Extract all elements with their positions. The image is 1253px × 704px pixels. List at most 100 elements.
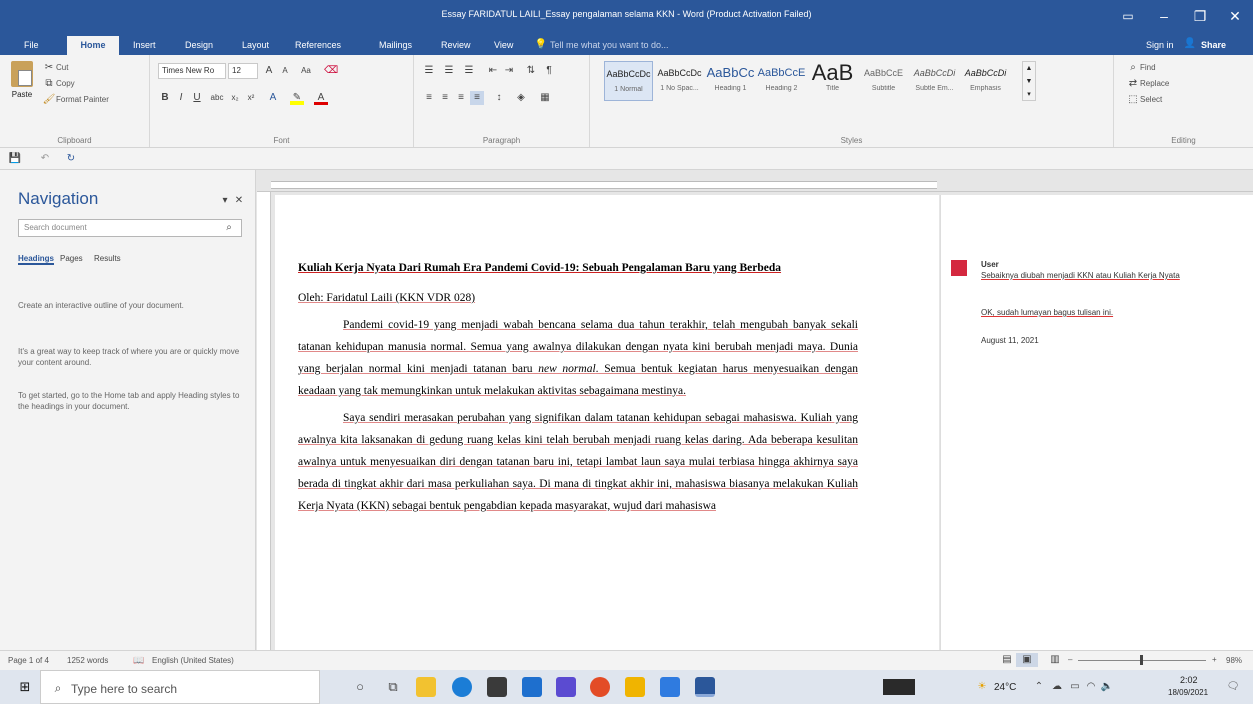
cut-button[interactable]: Cut — [56, 63, 68, 72]
align-center-icon[interactable]: ≡ — [438, 91, 452, 105]
subscript-icon[interactable]: x₂ — [228, 91, 242, 105]
onedrive-icon[interactable]: ☁ — [1050, 680, 1064, 694]
tell-me-box[interactable]: Tell me what you want to do... — [544, 36, 675, 55]
style-no-spacing[interactable]: AaBbCcDc 1 No Spac... — [655, 61, 704, 101]
zoom-app-icon[interactable] — [660, 677, 680, 697]
multilevel-list-icon[interactable]: ☰ — [462, 64, 476, 78]
document-page[interactable]: Kuliah Kerja Nyata Dari Rumah Era Pandem… — [275, 195, 939, 650]
font-name-select[interactable]: Times New Ro — [158, 63, 226, 79]
style-normal[interactable]: AaBbCcDc 1 Normal — [604, 61, 653, 101]
word-icon[interactable] — [695, 677, 715, 697]
paste-button[interactable]: Paste — [8, 61, 36, 109]
language-indicator[interactable]: English (United States) — [152, 656, 234, 665]
justify-icon[interactable]: ≡ — [470, 91, 484, 105]
zoom-level[interactable]: 98% — [1226, 656, 1242, 665]
undo-icon[interactable]: ↶ — [38, 152, 52, 166]
vertical-ruler[interactable] — [257, 192, 271, 650]
minimize-button[interactable]: – — [1146, 0, 1182, 33]
pilcrow-icon[interactable]: ¶ — [542, 64, 556, 78]
sign-in-link[interactable]: Sign in — [1140, 36, 1180, 55]
pane-options-icon[interactable]: ▾ — [218, 194, 232, 208]
battery-icon[interactable]: ▭ — [1068, 680, 1082, 694]
file-explorer-icon[interactable] — [416, 677, 436, 697]
clear-format-icon[interactable]: ⌫ — [324, 64, 338, 78]
text-effects-icon[interactable]: A — [266, 91, 280, 105]
weather-temp[interactable]: 24°C — [994, 682, 1016, 693]
share-button[interactable]: Share — [1195, 36, 1232, 55]
taskbar-search-box[interactable]: ⌕ Type here to search — [40, 670, 320, 704]
chevron-up-icon[interactable]: ⌃ — [1032, 680, 1046, 694]
tab-home[interactable]: Home — [67, 36, 119, 55]
teams-icon[interactable] — [556, 677, 576, 697]
bold-icon[interactable]: B — [158, 91, 172, 105]
zoom-out-icon[interactable]: – — [1068, 655, 1072, 664]
wifi-icon[interactable]: ◠ — [1084, 680, 1098, 694]
font-size-select[interactable]: 12 — [228, 63, 258, 79]
clock-time[interactable]: 2:02 — [1180, 675, 1198, 685]
tab-pages[interactable]: Pages — [60, 254, 83, 263]
mail-icon[interactable] — [522, 677, 542, 697]
page-count[interactable]: Page 1 of 4 — [8, 656, 49, 665]
borders-icon[interactable]: ▦ — [538, 91, 552, 105]
notifications-icon[interactable]: 🗨 — [1226, 680, 1240, 694]
print-layout-icon[interactable]: ▣ — [1016, 653, 1038, 667]
decrease-indent-icon[interactable]: ⇤ — [486, 64, 500, 78]
tab-view[interactable]: View — [488, 36, 519, 55]
weather-icon[interactable]: ☀ — [975, 680, 989, 694]
clock-date[interactable]: 18/09/2021 — [1168, 688, 1208, 697]
italic-icon[interactable]: I — [174, 91, 188, 105]
tab-insert[interactable]: Insert — [127, 36, 162, 55]
document-body[interactable]: Kuliah Kerja Nyata Dari Rumah Era Pandem… — [298, 257, 858, 517]
increase-indent-icon[interactable]: ⇥ — [502, 64, 516, 78]
find-button[interactable]: Find — [1140, 63, 1156, 72]
maximize-button[interactable]: ❐ — [1182, 0, 1218, 33]
tab-design[interactable]: Design — [179, 36, 219, 55]
style-heading-2[interactable]: AaBbCcE Heading 2 — [757, 61, 806, 101]
pane-close-icon[interactable]: ✕ — [232, 194, 246, 208]
style-subtitle[interactable]: AaBbCcE Subtitle — [859, 61, 908, 101]
proofing-icon[interactable]: 📖 — [132, 653, 146, 667]
cortana-icon[interactable]: ○ — [353, 680, 367, 694]
sort-icon[interactable]: ⇅ — [524, 64, 538, 78]
style-title[interactable]: AaB Title — [808, 61, 857, 101]
bullets-icon[interactable]: ☰ — [422, 64, 436, 78]
volume-icon[interactable]: 🔈 — [1100, 680, 1114, 694]
select-button[interactable]: Select — [1140, 95, 1162, 104]
change-case-icon[interactable]: Aa — [296, 64, 316, 78]
style-emphasis[interactable]: AaBbCcDi Emphasis — [961, 61, 1010, 101]
tab-mailings[interactable]: Mailings — [373, 36, 418, 55]
highlight-icon[interactable]: ✎ — [290, 91, 304, 105]
tab-references[interactable]: References — [289, 36, 347, 55]
replace-button[interactable]: Replace — [1140, 79, 1169, 88]
save-icon[interactable]: 💾 — [8, 152, 22, 166]
task-view-icon[interactable]: ⧉ — [386, 680, 400, 694]
superscript-icon[interactable]: x² — [244, 91, 258, 105]
copy-button[interactable]: Copy — [56, 79, 75, 88]
horizontal-ruler[interactable] — [257, 178, 1253, 192]
shading-icon[interactable]: ◈ — [514, 91, 528, 105]
underline-icon[interactable]: U — [190, 91, 204, 105]
read-mode-icon[interactable]: ▤ — [1000, 653, 1014, 667]
search-icon[interactable]: ⌕ — [222, 221, 236, 235]
tab-layout[interactable]: Layout — [236, 36, 275, 55]
numbering-icon[interactable]: ☰ — [442, 64, 456, 78]
redo-icon[interactable]: ↻ — [64, 152, 78, 166]
tab-review[interactable]: Review — [435, 36, 477, 55]
grow-font-icon[interactable]: A — [262, 64, 276, 78]
line-spacing-icon[interactable]: ↕ — [492, 91, 506, 105]
word-count[interactable]: 1252 words — [67, 656, 108, 665]
windows-start-icon[interactable]: ⊞ — [18, 680, 32, 694]
font-color-icon[interactable]: A — [314, 91, 328, 105]
styles-scroll[interactable]: ▲ ▼ ▾ — [1022, 61, 1036, 101]
format-painter-button[interactable]: Format Painter — [56, 95, 109, 104]
close-button[interactable]: ✕ — [1217, 0, 1253, 33]
zoom-slider[interactable] — [1078, 655, 1206, 665]
tab-headings[interactable]: Headings — [18, 254, 55, 265]
search-document-input[interactable]: Search document — [18, 219, 242, 237]
chrome-icon[interactable] — [590, 677, 610, 697]
ribbon-display-icon[interactable]: ▭ — [1110, 0, 1146, 33]
web-layout-icon[interactable]: ▥ — [1048, 653, 1062, 667]
tab-file[interactable]: File — [18, 36, 45, 55]
zoom-in-icon[interactable]: + — [1212, 655, 1217, 664]
align-left-icon[interactable]: ≡ — [422, 91, 436, 105]
